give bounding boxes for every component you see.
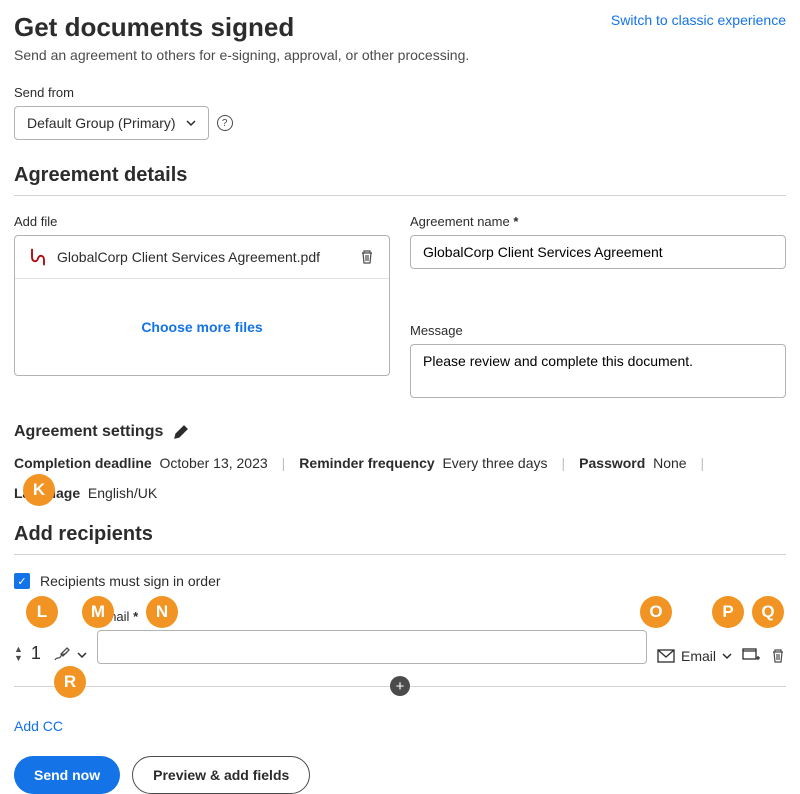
divider: [14, 195, 786, 196]
divider: [14, 554, 786, 555]
badge-r: R: [54, 666, 86, 698]
pen-sign-icon: [53, 646, 71, 664]
message-label: Message: [410, 323, 786, 338]
agreement-name-input[interactable]: [410, 235, 786, 269]
file-row: GlobalCorp Client Services Agreement.pdf: [15, 236, 389, 279]
chevron-down-icon: [186, 118, 196, 128]
badge-m: M: [82, 596, 114, 628]
step-down-icon[interactable]: ▼: [14, 654, 23, 663]
message-input[interactable]: Please review and complete this document…: [410, 344, 786, 398]
agreement-name-label: Agreement name *: [410, 214, 786, 229]
chevron-down-icon: [77, 650, 87, 660]
help-icon[interactable]: ?: [217, 115, 233, 131]
badge-q: Q: [752, 596, 784, 628]
add-recipients-heading: Add recipients: [14, 523, 786, 546]
badge-l: L: [26, 596, 58, 628]
badge-k: K: [23, 474, 55, 506]
recipient-role-select[interactable]: [53, 646, 87, 664]
send-from-value: Default Group (Primary): [27, 115, 176, 131]
order-stepper[interactable]: ▲ ▼: [14, 645, 23, 663]
send-from-label: Send from: [14, 85, 786, 100]
preview-add-fields-button[interactable]: Preview & add fields: [132, 756, 310, 794]
settings-summary: Completion deadline October 13, 2023 | R…: [14, 455, 786, 501]
chevron-down-icon: [722, 651, 732, 661]
add-recipient-button[interactable]: +: [390, 676, 410, 696]
sign-in-order-checkbox[interactable]: ✓: [14, 573, 30, 589]
choose-more-files-button[interactable]: Choose more files: [15, 279, 389, 375]
switch-classic-link[interactable]: Switch to classic experience: [611, 12, 786, 28]
agreement-details-heading: Agreement details: [14, 164, 786, 187]
pencil-icon[interactable]: [173, 424, 189, 440]
recipient-order-number: 1: [29, 643, 43, 664]
badge-p: P: [712, 596, 744, 628]
private-message-button[interactable]: [742, 648, 760, 664]
envelope-icon: [657, 649, 675, 663]
trash-icon: [770, 648, 786, 664]
add-cc-link[interactable]: Add CC: [14, 718, 63, 734]
send-from-select[interactable]: Default Group (Primary): [14, 106, 209, 140]
badge-n: N: [146, 596, 178, 628]
delivery-method-select[interactable]: Email: [657, 648, 732, 664]
file-box: GlobalCorp Client Services Agreement.pdf…: [14, 235, 390, 376]
sign-in-order-label: Recipients must sign in order: [40, 573, 221, 589]
agreement-settings-heading: Agreement settings: [14, 423, 163, 441]
badge-o: O: [640, 596, 672, 628]
email-label: Email *: [97, 609, 647, 624]
delete-recipient-button[interactable]: [770, 648, 786, 664]
file-name: GlobalCorp Client Services Agreement.pdf: [57, 249, 349, 265]
pdf-icon: [29, 248, 47, 266]
send-now-button[interactable]: Send now: [14, 756, 120, 794]
recipient-email-input[interactable]: [97, 630, 647, 664]
page-title: Get documents signed: [14, 12, 294, 43]
add-file-label: Add file: [14, 214, 390, 229]
page-subtitle: Send an agreement to others for e-signin…: [14, 47, 786, 63]
message-plus-icon: [742, 648, 760, 664]
trash-icon[interactable]: [359, 249, 375, 265]
